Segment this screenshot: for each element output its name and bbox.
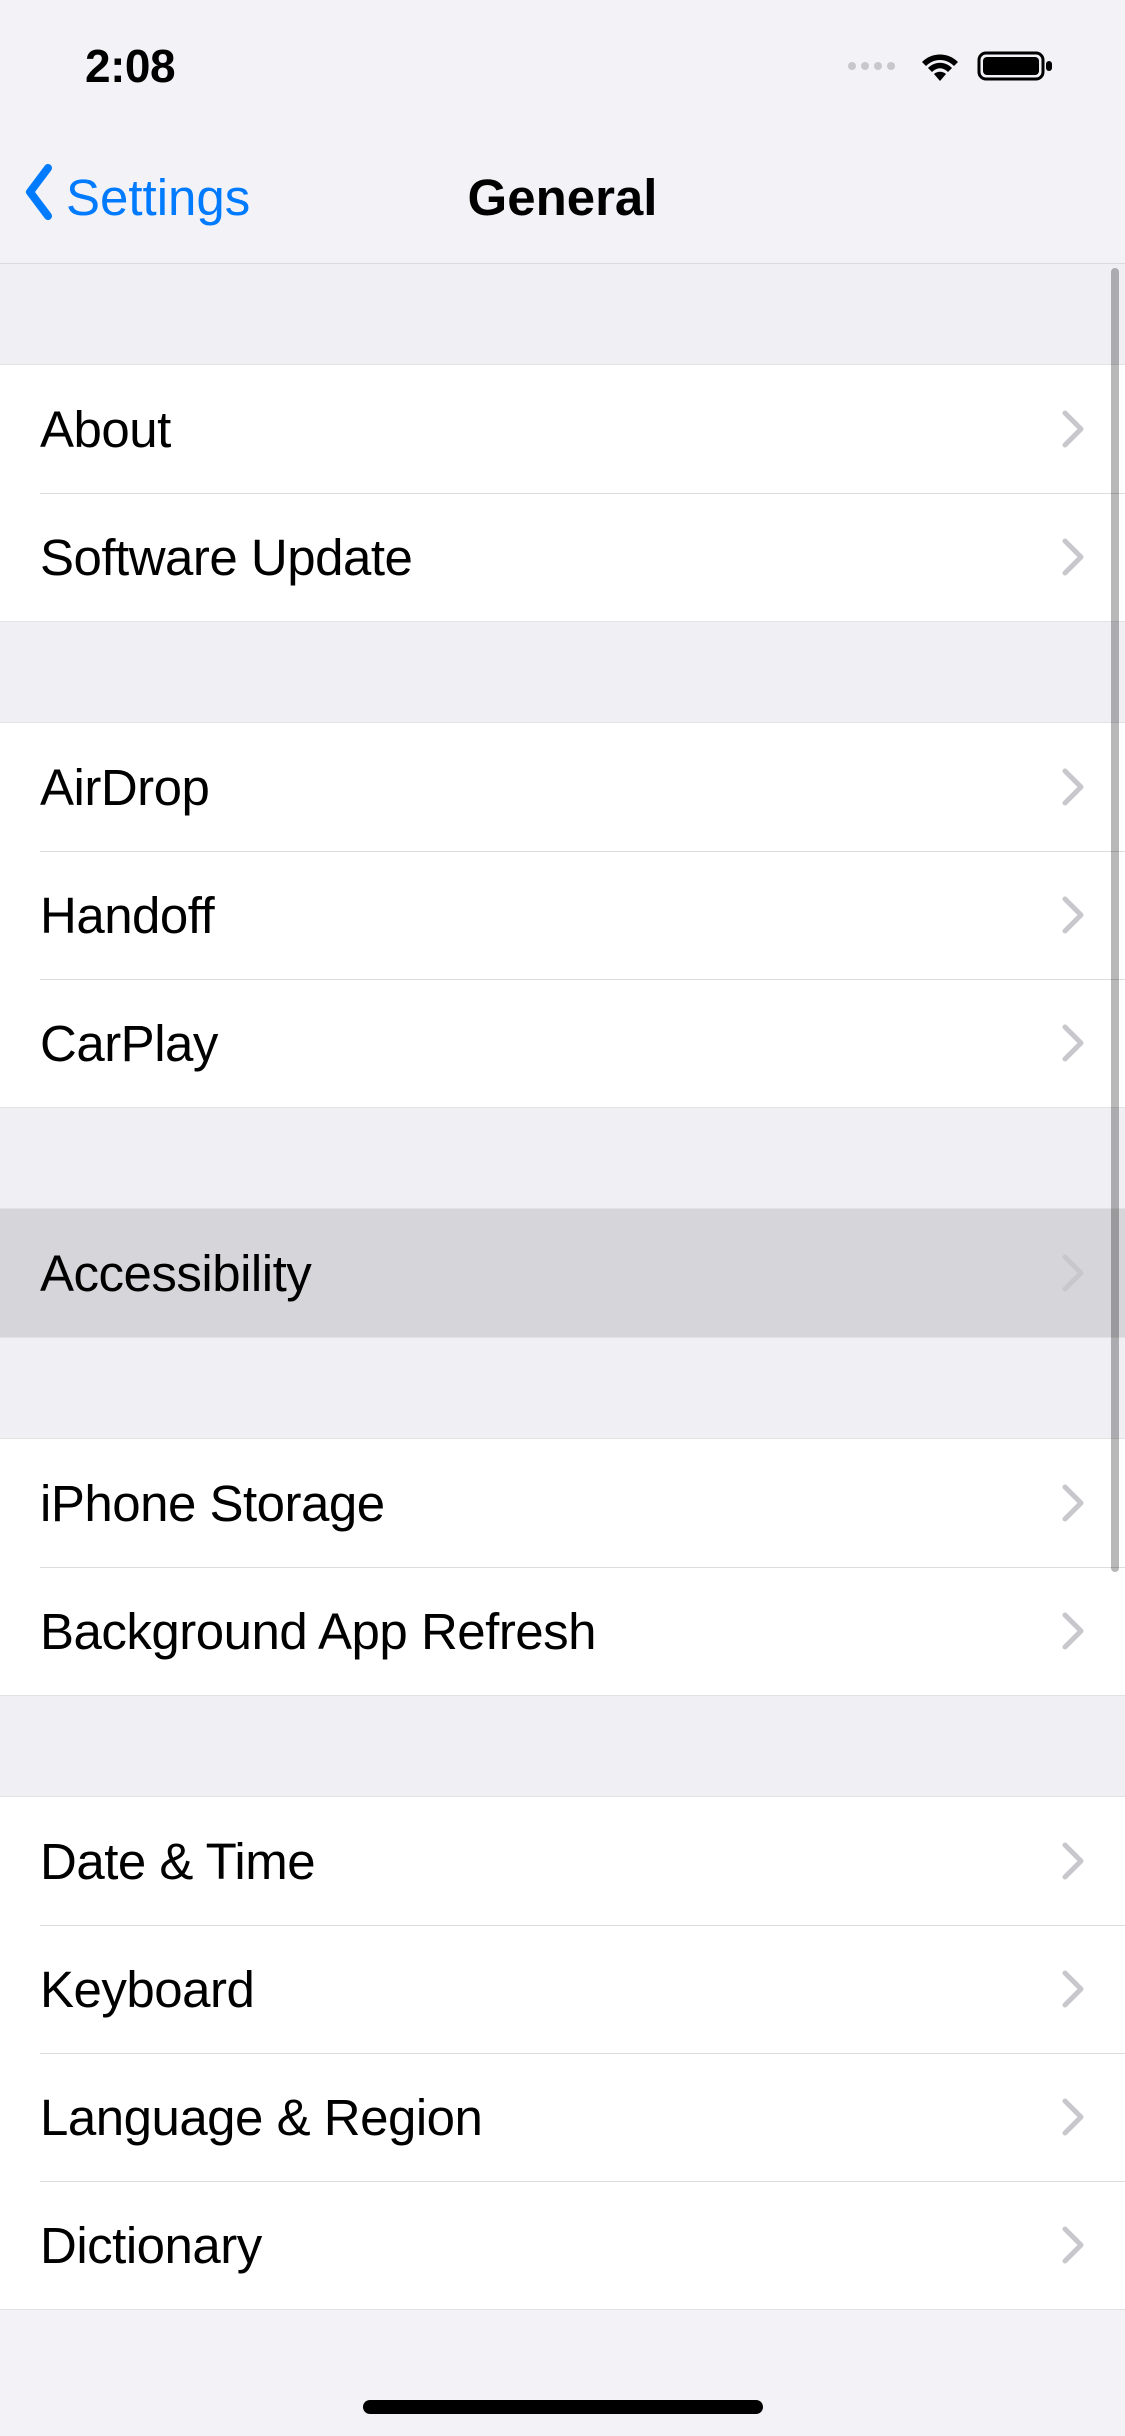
row-label: AirDrop [40, 758, 1061, 817]
back-label: Settings [66, 168, 250, 227]
section-gap [0, 1338, 1125, 1438]
cellular-dots-icon [848, 62, 895, 70]
status-icons [848, 47, 1055, 85]
page-title: General [468, 168, 658, 227]
row-label: Background App Refresh [40, 1602, 1061, 1661]
row-accessibility[interactable]: Accessibility [0, 1209, 1125, 1337]
chevron-left-icon [20, 162, 58, 234]
home-indicator[interactable] [363, 2400, 763, 2414]
section-gap [0, 1108, 1125, 1208]
row-handoff[interactable]: Handoff [0, 851, 1125, 979]
chevron-right-icon [1061, 2225, 1085, 2265]
status-time: 2:08 [85, 39, 175, 93]
chevron-right-icon [1061, 2097, 1085, 2137]
row-keyboard[interactable]: Keyboard [0, 1925, 1125, 2053]
row-dictionary[interactable]: Dictionary [0, 2181, 1125, 2309]
chevron-right-icon [1061, 537, 1085, 577]
chevron-right-icon [1061, 1841, 1085, 1881]
row-label: Handoff [40, 886, 1061, 945]
row-iphone-storage[interactable]: iPhone Storage [0, 1439, 1125, 1567]
row-label: Date & Time [40, 1832, 1061, 1891]
row-about[interactable]: About [0, 365, 1125, 493]
section: Date & Time Keyboard Language & Region Dict… [0, 1796, 1125, 2310]
status-bar: 2:08 [0, 0, 1125, 132]
row-label: About [40, 400, 1061, 459]
row-background-app-refresh[interactable]: Background App Refresh [0, 1567, 1125, 1695]
row-date-time[interactable]: Date & Time [0, 1797, 1125, 1925]
chevron-right-icon [1061, 1023, 1085, 1063]
section: About Software Update [0, 364, 1125, 622]
wifi-icon [915, 47, 965, 85]
row-label: Software Update [40, 528, 1061, 587]
section-gap [0, 264, 1125, 364]
row-language-region[interactable]: Language & Region [0, 2053, 1125, 2181]
section: AirDrop Handoff CarPlay [0, 722, 1125, 1108]
scroll-indicator[interactable] [1111, 268, 1119, 1572]
chevron-right-icon [1061, 1483, 1085, 1523]
chevron-right-icon [1061, 895, 1085, 935]
row-software-update[interactable]: Software Update [0, 493, 1125, 621]
row-carplay[interactable]: CarPlay [0, 979, 1125, 1107]
nav-bar: Settings General [0, 132, 1125, 264]
back-button[interactable]: Settings [0, 162, 250, 234]
chevron-right-icon [1061, 1253, 1085, 1293]
section: iPhone Storage Background App Refresh [0, 1438, 1125, 1696]
settings-list[interactable]: About Software Update AirDrop Handoff CarPla… [0, 264, 1125, 2310]
chevron-right-icon [1061, 767, 1085, 807]
row-label: Language & Region [40, 2088, 1061, 2147]
section: Accessibility [0, 1208, 1125, 1338]
row-label: Dictionary [40, 2216, 1061, 2275]
chevron-right-icon [1061, 1969, 1085, 2009]
section-gap [0, 622, 1125, 722]
chevron-right-icon [1061, 1611, 1085, 1651]
row-label: Keyboard [40, 1960, 1061, 2019]
row-airdrop[interactable]: AirDrop [0, 723, 1125, 851]
row-label: CarPlay [40, 1014, 1061, 1073]
battery-icon [977, 47, 1055, 85]
chevron-right-icon [1061, 409, 1085, 449]
row-label: iPhone Storage [40, 1474, 1061, 1533]
section-gap [0, 1696, 1125, 1796]
row-label: Accessibility [40, 1244, 1061, 1303]
